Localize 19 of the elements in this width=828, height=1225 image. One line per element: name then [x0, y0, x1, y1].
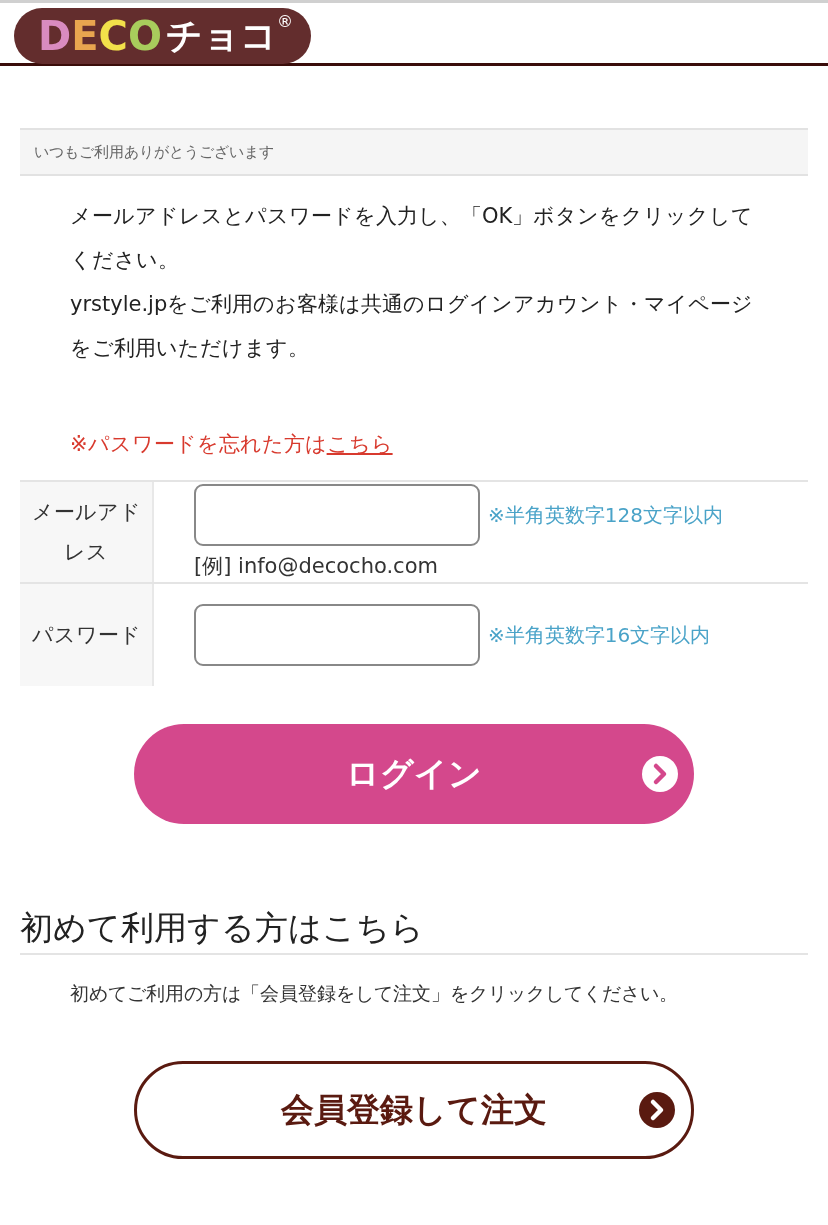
here-link[interactable]: こちら: [326, 432, 393, 456]
register-instructions: 初めてご利用の方は「会員登録をして注文」をクリックしてください。: [70, 981, 679, 1006]
input-field[interactable]: [194, 604, 480, 666]
login-button[interactable]: ログイン: [134, 724, 694, 824]
notice-bar: いつもご利用ありがとうございます: [20, 128, 808, 176]
register-button[interactable]: 会員登録して注文: [134, 1061, 694, 1159]
chevron-circle-icon: [642, 756, 678, 792]
intro-text: メールアドレスとパスワードを入力し、「OK」ボタンをクリックしてください。: [70, 203, 755, 274]
field-label: パスワード: [20, 584, 154, 686]
field-hint: ※半角英数字16文字以内: [488, 621, 711, 649]
forgot-password-text: ※パスワードを忘れた方は こちら: [70, 431, 394, 458]
intro-text: yrstyle.jpをご利用のお客様は共通のログインアカウント・マイページをご利用いただけます。: [70, 291, 755, 362]
example-text: [例] info@decocho.com: [194, 553, 439, 580]
section-heading: 初めて利用する方はこちら: [20, 906, 808, 955]
chevron-circle-icon: [639, 1092, 675, 1128]
input-field[interactable]: [194, 484, 480, 546]
field-hint: ※半角英数字128文字以内: [488, 501, 723, 529]
field-label: メールアドレス: [20, 482, 154, 582]
logo[interactable]: DECOチョコ®: [14, 8, 311, 64]
